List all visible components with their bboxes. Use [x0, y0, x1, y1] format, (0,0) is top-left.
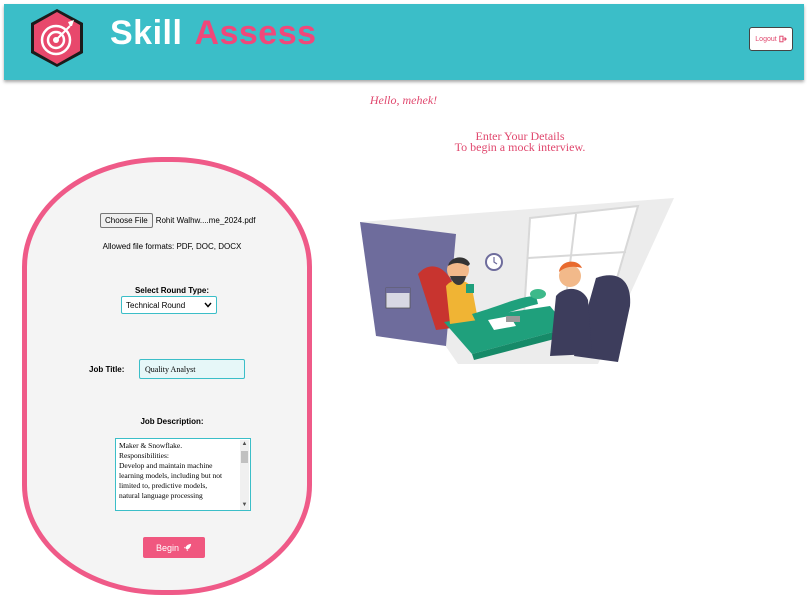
rocket-icon [183, 543, 192, 552]
app-header: Skill Assess Logout [4, 4, 804, 80]
desc-line: Develop and maintain machine [119, 461, 213, 470]
logout-icon [779, 35, 787, 43]
brand-word-skill: Skill [110, 14, 183, 52]
round-type-value: Technical Round [126, 300, 186, 310]
intro-line-2: To begin a mock interview. [454, 140, 586, 154]
greeting-text: Hello, mehek! [369, 93, 438, 107]
round-type-label: Select Round Type: [134, 286, 210, 295]
interview-form: Choose File Rohit Walhw....me_2024.pdf A… [22, 157, 312, 595]
desc-line: Responsibilities: [119, 451, 170, 460]
job-description-textarea[interactable]: Maker & Snowflake. Responsibilities: Dev… [115, 438, 251, 511]
job-title-input[interactable]: Quality Analyst [139, 359, 245, 379]
desc-line: learning models, including but not [119, 471, 223, 480]
selected-file-name: Rohit Walhw....me_2024.pdf [155, 216, 256, 225]
begin-button[interactable]: Begin [143, 537, 205, 558]
scroll-up-icon[interactable]: ▲ [240, 440, 249, 449]
logout-button[interactable]: Logout [749, 27, 793, 51]
brand-word-assess: Assess [194, 14, 317, 52]
round-type-select[interactable]: Technical Round [121, 296, 217, 314]
desc-line: natural language processing [119, 491, 203, 500]
allowed-formats-note: Allowed file formats: PDF, DOC, DOCX [102, 242, 242, 251]
job-title-label: Job Title: [89, 365, 125, 374]
choose-file-button[interactable]: Choose File [100, 213, 153, 228]
job-description-label: Job Description: [140, 417, 204, 426]
interview-illustration [360, 198, 674, 364]
brand-title: Skill Assess [110, 14, 317, 53]
scroll-thumb[interactable] [241, 451, 248, 463]
chevron-down-icon [204, 302, 212, 308]
desc-line: limited to, predictive models, [119, 481, 208, 490]
textarea-scrollbar[interactable]: ▲ ▼ [240, 440, 249, 510]
target-dart-icon[interactable] [28, 8, 86, 68]
scroll-down-icon[interactable]: ▼ [240, 501, 249, 510]
desc-line: Maker & Snowflake. [119, 441, 183, 450]
file-upload: Choose File Rohit Walhw....me_2024.pdf [100, 213, 255, 228]
logout-label: Logout [755, 35, 777, 43]
intro-text: Enter Your Details To begin a mock inter… [420, 130, 620, 154]
begin-label: Begin [155, 542, 180, 553]
